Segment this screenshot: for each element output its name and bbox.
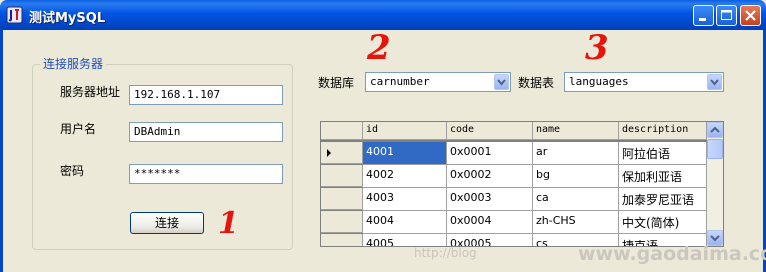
row-header[interactable] xyxy=(321,234,363,246)
row-pointer-icon xyxy=(327,149,331,157)
cell-code[interactable]: 0x0004 xyxy=(447,211,533,234)
column-header-id[interactable]: id xyxy=(363,122,447,140)
password-input[interactable]: ******* xyxy=(129,164,283,184)
cell-id[interactable]: 4004 xyxy=(363,211,447,234)
database-select[interactable]: carnumber xyxy=(365,72,511,92)
server-label: 服务器地址 xyxy=(60,85,121,99)
row-header[interactable] xyxy=(321,188,363,210)
column-header-name[interactable]: name xyxy=(533,122,619,140)
cell-id[interactable]: 4002 xyxy=(363,165,447,188)
cell-code[interactable]: 0x0003 xyxy=(447,188,533,211)
password-label: 密码 xyxy=(60,164,85,178)
annotation-1: 1 xyxy=(218,206,239,241)
row-header[interactable] xyxy=(321,165,363,187)
database-select-value: carnumber xyxy=(370,75,430,88)
scroll-up-button[interactable] xyxy=(707,122,723,138)
maximize-button[interactable] xyxy=(716,5,737,26)
table-dropdown-button[interactable] xyxy=(707,74,722,90)
app-icon xyxy=(6,6,23,24)
table-row[interactable]: 4004 0x0004 zh-CHS 中文(简体) xyxy=(321,211,707,234)
window-title: 测试MySQL xyxy=(29,11,106,26)
cell-name[interactable]: zh-CHS xyxy=(533,211,619,234)
connect-button[interactable]: 连接 xyxy=(130,212,204,234)
chevron-down-icon xyxy=(497,79,506,86)
close-icon xyxy=(745,10,756,21)
row-header[interactable] xyxy=(321,211,363,233)
vertical-scrollbar[interactable] xyxy=(707,122,723,246)
cell-code[interactable]: 0x0005 xyxy=(447,234,533,246)
cell-id[interactable]: 4005 xyxy=(363,234,447,246)
username-input[interactable]: DBAdmin xyxy=(129,122,283,142)
data-grid-body: id code name description 4001 0x0001 ar … xyxy=(321,122,707,246)
chevron-down-icon xyxy=(710,79,719,86)
table-row[interactable]: 4002 0x0002 bg 保加利亚语 xyxy=(321,165,707,188)
database-dropdown-button[interactable] xyxy=(494,74,509,90)
data-grid[interactable]: id code name description 4001 0x0001 ar … xyxy=(320,121,724,247)
cell-name[interactable]: bg xyxy=(533,165,619,188)
column-header-description[interactable]: description xyxy=(619,122,707,140)
cell-id[interactable]: 4003 xyxy=(363,188,447,211)
scroll-thumb[interactable] xyxy=(707,139,723,159)
maximize-icon xyxy=(721,10,732,20)
column-header-code[interactable]: code xyxy=(447,122,533,140)
cell-description[interactable]: 保加利亚语 xyxy=(619,165,707,188)
window-frame-left xyxy=(0,30,3,272)
minimize-button[interactable] xyxy=(693,5,714,26)
grid-corner-header xyxy=(321,122,363,140)
title-bar[interactable]: 测试MySQL xyxy=(0,0,766,30)
table-row[interactable]: 4003 0x0003 ca 加泰罗尼亚语 xyxy=(321,188,707,211)
table-select-value: languages xyxy=(569,75,629,88)
table-row[interactable]: 4001 0x0001 ar 阿拉伯语 xyxy=(321,142,707,165)
database-label: 数据库 xyxy=(318,76,355,90)
user-label: 用户名 xyxy=(60,122,97,136)
cell-name[interactable]: ca xyxy=(533,188,619,211)
scroll-up-icon xyxy=(710,126,720,133)
table-select[interactable]: languages xyxy=(564,72,724,92)
cell-description[interactable]: 加泰罗尼亚语 xyxy=(619,188,707,211)
cell-code[interactable]: 0x0002 xyxy=(447,165,533,188)
cell-description[interactable]: 中文(简体) xyxy=(619,211,707,234)
cell-name[interactable]: ar xyxy=(533,142,619,165)
annotation-2: 2 xyxy=(367,28,391,68)
connect-group-title: 连接服务器 xyxy=(40,55,107,72)
cell-id[interactable]: 4001 xyxy=(363,142,447,165)
annotation-3: 3 xyxy=(585,28,609,68)
watermark-right: www.gaodaima.com xyxy=(578,243,766,265)
row-header[interactable] xyxy=(321,142,363,164)
cell-description[interactable]: 阿拉伯语 xyxy=(619,142,707,165)
close-button[interactable] xyxy=(740,5,761,26)
watermark-left: http://blog xyxy=(414,246,477,260)
table-label: 数据表 xyxy=(518,76,555,90)
minimize-icon xyxy=(699,18,706,21)
server-address-input[interactable]: 192.168.1.107 xyxy=(129,85,283,105)
cell-code[interactable]: 0x0001 xyxy=(447,142,533,165)
